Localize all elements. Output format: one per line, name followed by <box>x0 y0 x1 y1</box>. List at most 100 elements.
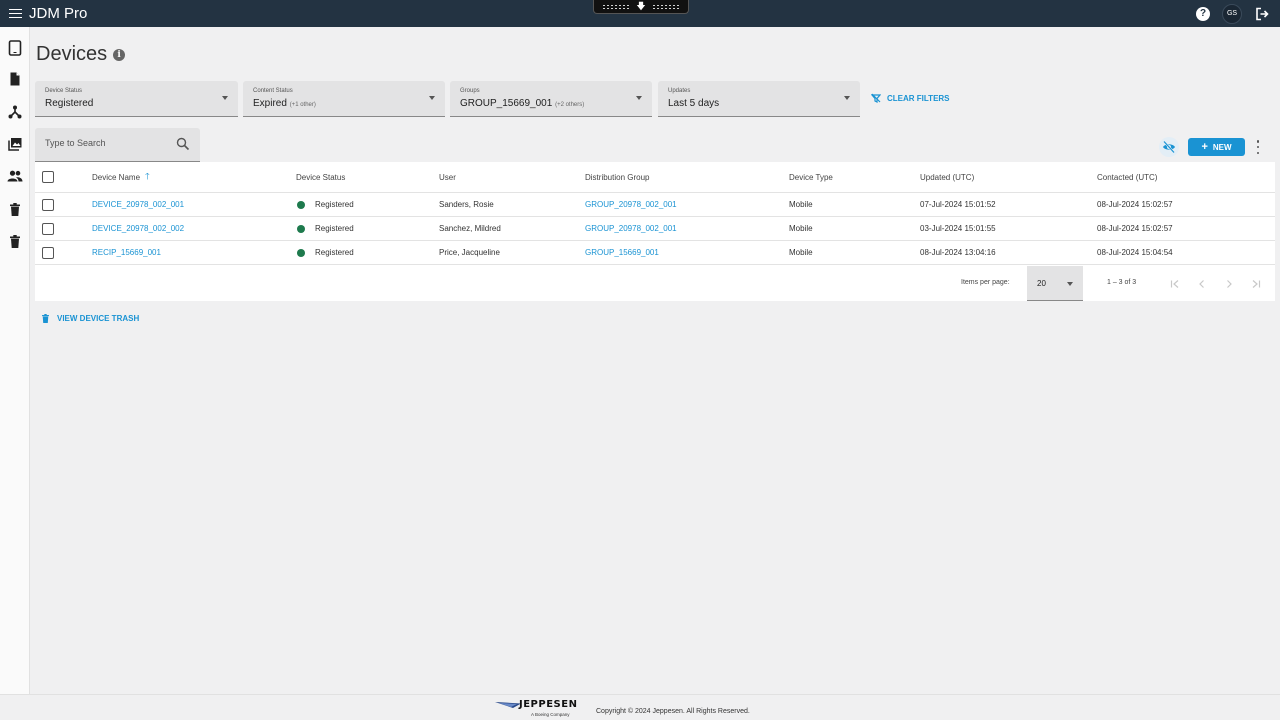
dot <box>1256 140 1260 143</box>
user-avatar[interactable]: GS <box>1222 3 1242 24</box>
download-widget[interactable]: 🡇 <box>593 0 689 14</box>
filter-groups[interactable]: Groups GROUP_15669_001 (+2 others) <box>450 81 652 117</box>
dot <box>1256 151 1260 154</box>
column-header-updated[interactable]: Updated (UTC) <box>920 162 974 192</box>
sidebar-item-content[interactable] <box>0 68 30 90</box>
new-device-button[interactable]: + NEW <box>1188 138 1245 156</box>
footer: JEPPESEN A Boeing Company Copyright © 20… <box>0 694 1280 720</box>
last-page-button[interactable] <box>1249 277 1263 291</box>
sidebar-item-devices[interactable] <box>0 37 30 59</box>
copyright-text: Copyright © 2024 Jeppesen. All Rights Re… <box>596 708 750 715</box>
filter-value: GROUP_15669_001 <box>460 98 553 109</box>
device-name-link[interactable]: RECIP_15669_001 <box>92 241 161 264</box>
sidebar-item-device-trash[interactable] <box>0 198 30 220</box>
filter-label: Updates <box>668 88 691 94</box>
logo-word: JEPPESEN <box>519 699 578 710</box>
top-bar: JDM Pro 🡇 ? GS <box>0 0 1280 27</box>
sidebar <box>0 27 30 694</box>
column-header-user[interactable]: User <box>439 162 456 192</box>
row-checkbox[interactable] <box>42 222 54 235</box>
group-icon <box>7 170 23 182</box>
filter-content-status[interactable]: Content Status Expired (+1 other) <box>243 81 445 117</box>
caret-down-icon <box>429 96 435 100</box>
filter-device-status[interactable]: Device Status Registered <box>35 81 238 117</box>
new-button-label: NEW <box>1212 142 1232 152</box>
view-device-trash-link[interactable]: VIEW DEVICE TRASH <box>42 314 139 323</box>
status-dot-icon <box>297 248 305 257</box>
status-dot-icon <box>297 224 305 233</box>
next-page-button[interactable] <box>1222 277 1236 291</box>
device-type: Mobile <box>789 200 813 209</box>
column-header-contacted[interactable]: Contacted (UTC) <box>1097 162 1157 192</box>
table-header-row: Device Name 🡑 Device Status User Distribu… <box>35 162 1275 193</box>
column-header-distribution-group[interactable]: Distribution Group <box>585 162 649 192</box>
clear-filters-label: CLEAR FILTERS <box>887 93 950 103</box>
sidebar-item-media[interactable] <box>0 133 30 155</box>
chevron-right-icon <box>1227 280 1232 288</box>
table-row[interactable]: DEVICE_20978_002_002 Registered Sanchez,… <box>35 217 1275 241</box>
search-box[interactable] <box>35 128 200 162</box>
filter-label: Device Status <box>45 88 83 94</box>
menu-button[interactable] <box>4 0 26 27</box>
distribution-group-link[interactable]: GROUP_20978_002_001 <box>585 217 677 240</box>
grip-dots-icon <box>602 3 631 10</box>
trash-icon <box>10 202 20 216</box>
row-checkbox[interactable] <box>42 246 54 259</box>
filter-value: Last 5 days <box>668 98 720 109</box>
distribution-group-link[interactable]: GROUP_20978_002_001 <box>585 193 677 216</box>
sidebar-item-content-trash[interactable] <box>0 230 30 252</box>
device-type: Mobile <box>789 224 813 233</box>
devices-table: Device Name 🡑 Device Status User Distribu… <box>35 162 1275 301</box>
column-header-device-status[interactable]: Device Status <box>296 162 345 192</box>
last-page-icon <box>1252 280 1261 288</box>
filter-value: Expired <box>253 98 287 109</box>
download-arrow-icon: 🡇 <box>636 1 646 11</box>
logout-icon[interactable] <box>1254 6 1270 22</box>
contacted-time: 08-Jul-2024 15:02:57 <box>1097 224 1173 233</box>
previous-page-button[interactable] <box>1195 277 1209 291</box>
more-options-button[interactable] <box>1253 140 1263 154</box>
column-header-device-type[interactable]: Device Type <box>789 162 833 192</box>
user-name: Sanchez, Mildred <box>439 224 501 233</box>
page-header: Devices i <box>36 43 126 66</box>
device-type: Mobile <box>789 248 813 257</box>
table-row[interactable]: RECIP_15669_001 Registered Price, Jacque… <box>35 241 1275 265</box>
filter-label: Groups <box>460 88 480 94</box>
filter-updates[interactable]: Updates Last 5 days <box>658 81 860 117</box>
row-checkbox[interactable] <box>42 198 54 211</box>
first-page-icon <box>1170 280 1179 288</box>
logo-subtitle: A Boeing Company <box>531 712 570 717</box>
caret-down-icon <box>1067 282 1073 286</box>
device-status: Registered <box>315 224 354 233</box>
status-dot-icon <box>297 200 305 209</box>
search-input[interactable] <box>45 138 170 148</box>
distribution-group-link[interactable]: GROUP_15669_001 <box>585 241 659 264</box>
column-header-device-name[interactable]: Device Name 🡑 <box>92 162 150 192</box>
sidebar-item-users[interactable] <box>0 165 30 187</box>
user-name: Sanders, Rosie <box>439 200 494 209</box>
search-icon <box>176 137 190 151</box>
select-all-checkbox[interactable] <box>42 171 54 183</box>
items-per-page-select[interactable]: 20 <box>1027 266 1083 301</box>
help-icon[interactable]: ? <box>1196 6 1210 21</box>
sidebar-item-groups[interactable] <box>0 101 30 123</box>
trash-icon <box>10 234 20 248</box>
first-page-button[interactable] <box>1168 277 1182 291</box>
eye-off-icon <box>1163 141 1175 153</box>
column-visibility-button[interactable] <box>1159 137 1179 157</box>
table-row[interactable]: DEVICE_20978_002_001 Registered Sanders,… <box>35 193 1275 217</box>
items-per-page-value: 20 <box>1037 279 1046 288</box>
view-device-trash-label: VIEW DEVICE TRASH <box>57 314 140 323</box>
filter-value: Registered <box>45 98 94 109</box>
info-icon[interactable]: i <box>113 48 126 61</box>
updated-time: 07-Jul-2024 15:01:52 <box>920 200 996 209</box>
paginator: Items per page: 20 1 – 3 of 3 <box>35 266 1275 301</box>
network-icon <box>8 105 22 119</box>
device-name-link[interactable]: DEVICE_20978_002_002 <box>92 217 184 240</box>
device-name-link[interactable]: DEVICE_20978_002_001 <box>92 193 184 216</box>
trash-icon <box>42 314 49 323</box>
column-header-label: Device Name <box>92 172 141 182</box>
caret-down-icon <box>636 96 642 100</box>
clear-filters-button[interactable]: CLEAR FILTERS <box>871 93 950 103</box>
page-range-label: 1 – 3 of 3 <box>1107 279 1137 286</box>
